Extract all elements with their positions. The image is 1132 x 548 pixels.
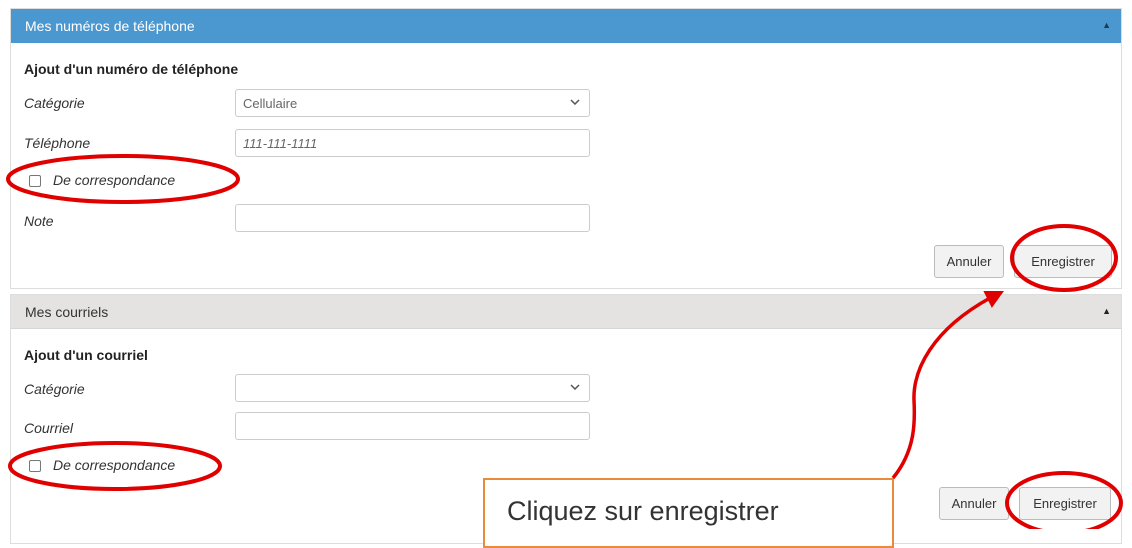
phone-subtitle: Ajout d'un numéro de téléphone	[24, 61, 239, 77]
callout-text: Cliquez sur enregistrer	[507, 496, 779, 526]
email-correspondence-checkbox[interactable]	[29, 460, 41, 472]
phone-note-label: Note	[24, 213, 54, 229]
phone-note-input[interactable]	[235, 204, 590, 232]
email-cancel-button[interactable]: Annuler	[939, 487, 1009, 520]
chevron-down-icon	[570, 384, 580, 390]
phone-panel-title: Mes numéros de téléphone	[25, 18, 195, 34]
email-category-select[interactable]	[235, 374, 590, 402]
email-category-label: Catégorie	[24, 381, 85, 397]
email-subtitle: Ajout d'un courriel	[24, 347, 148, 363]
instruction-callout: Cliquez sur enregistrer	[483, 478, 894, 548]
email-save-button[interactable]: Enregistrer	[1019, 487, 1111, 520]
phone-panel-header[interactable]: Mes numéros de téléphone ▲	[11, 9, 1121, 43]
email-label: Courriel	[24, 420, 74, 436]
phone-label: Téléphone	[24, 135, 91, 151]
phone-cancel-button[interactable]: Annuler	[934, 245, 1004, 278]
phone-input[interactable]: 111-111-1111	[235, 129, 590, 157]
email-panel-header[interactable]: Mes courriels ▲	[11, 295, 1121, 329]
phone-panel: Mes numéros de téléphone ▲ Ajout d'un nu…	[10, 8, 1122, 289]
phone-correspondence-checkbox[interactable]	[29, 175, 41, 187]
phone-save-button[interactable]: Enregistrer	[1014, 245, 1112, 278]
chevron-down-icon	[570, 99, 580, 105]
phone-category-label: Catégorie	[24, 95, 85, 111]
email-input[interactable]	[235, 412, 590, 440]
phone-placeholder: 111-111-1111	[243, 136, 318, 151]
phone-category-select[interactable]: Cellulaire	[235, 89, 590, 117]
collapse-icon[interactable]: ▲	[1102, 306, 1111, 316]
email-correspondence-label: De correspondance	[53, 457, 176, 473]
email-panel-title: Mes courriels	[25, 303, 109, 320]
phone-correspondence-label: De correspondance	[53, 172, 176, 188]
phone-category-value: Cellulaire	[243, 96, 298, 111]
collapse-icon[interactable]: ▲	[1102, 20, 1111, 30]
